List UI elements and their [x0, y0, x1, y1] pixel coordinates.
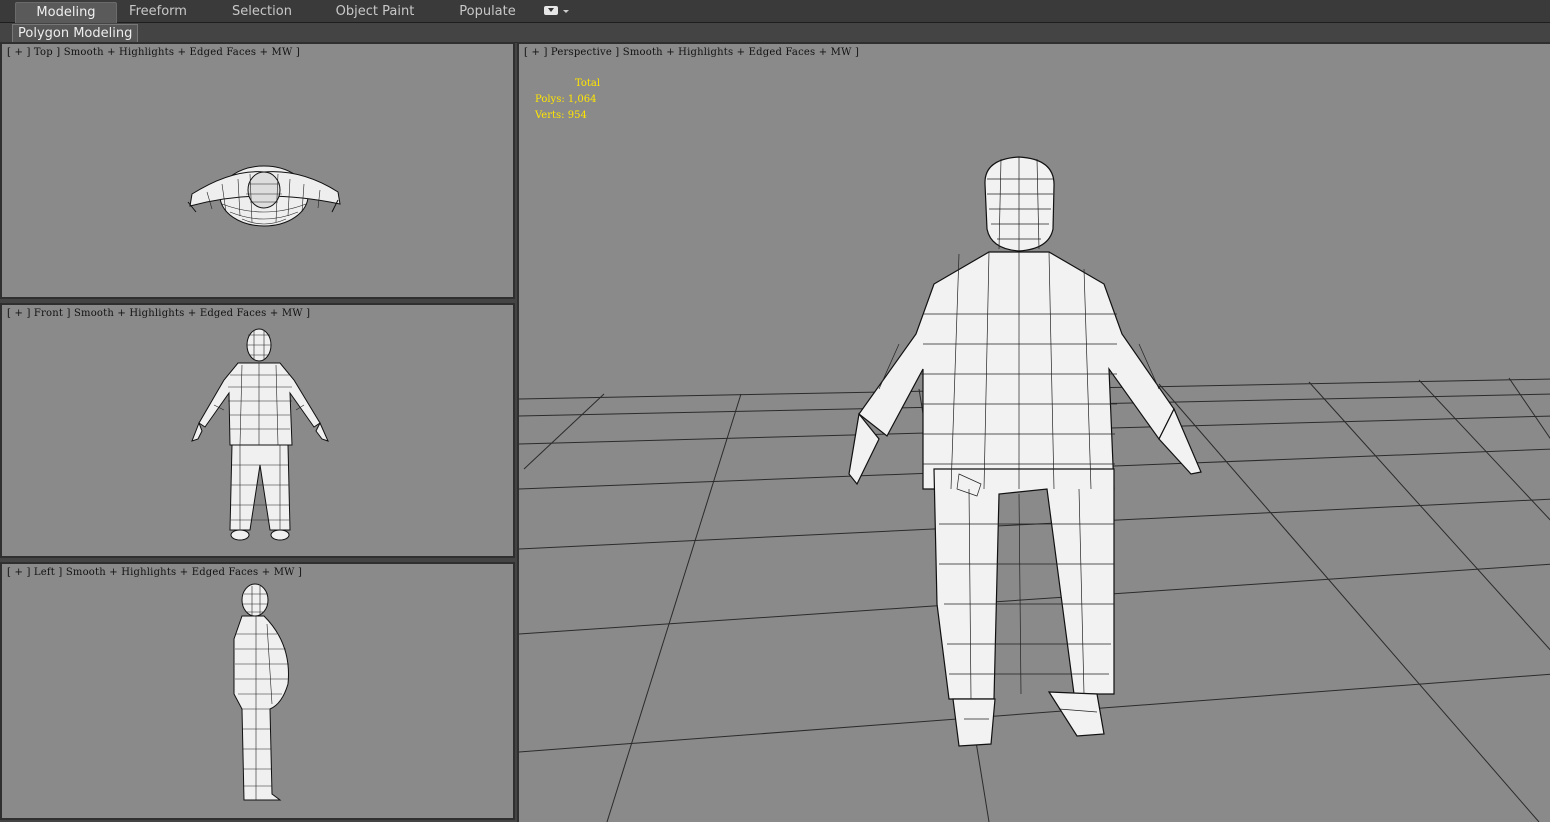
character-mesh	[848, 156, 1202, 747]
viewport-left[interactable]: [ + ] Left ] Smooth + Highlights + Edged…	[0, 562, 515, 820]
verts-label: Verts:	[535, 110, 565, 121]
viewport-front[interactable]: [ + ] Front ] Smooth + Highlights + Edge…	[0, 303, 515, 558]
tab-freeform[interactable]: Freeform	[118, 2, 198, 22]
viewport-perspective-label[interactable]: [ + ] Perspective ] Smooth + Highlights …	[524, 47, 859, 58]
ribbon-bar: Modeling Freeform Selection Object Paint…	[0, 0, 1550, 23]
viewport-top[interactable]: [ + ] Top ] Smooth + Highlights + Edged …	[0, 42, 515, 299]
tab-object-paint[interactable]: Object Paint	[330, 2, 420, 22]
tab-selection[interactable]: Selection	[222, 2, 302, 22]
tab-modeling[interactable]: Modeling	[15, 2, 117, 23]
chevron-down-icon[interactable]	[563, 10, 569, 13]
top-view-mesh	[187, 165, 341, 227]
front-view-mesh	[191, 328, 329, 541]
stats-header: Total	[575, 78, 601, 89]
verts-value: 954	[567, 110, 587, 121]
polys-stat: Polys: 1,064	[535, 92, 597, 108]
polys-label: Polys:	[535, 94, 565, 105]
verts-stat: Verts: 954	[535, 108, 587, 124]
viewport-perspective[interactable]: [ + ] Perspective ] Smooth + Highlights …	[517, 42, 1550, 822]
ribbon-panel-bar: Polygon Modeling	[0, 23, 1550, 43]
polys-value: 1,064	[567, 94, 597, 105]
dropdown-icon[interactable]	[544, 6, 558, 15]
left-view-mesh	[233, 583, 289, 801]
polygon-modeling-panel-button[interactable]: Polygon Modeling	[12, 24, 139, 43]
tab-populate[interactable]: Populate	[450, 2, 525, 22]
